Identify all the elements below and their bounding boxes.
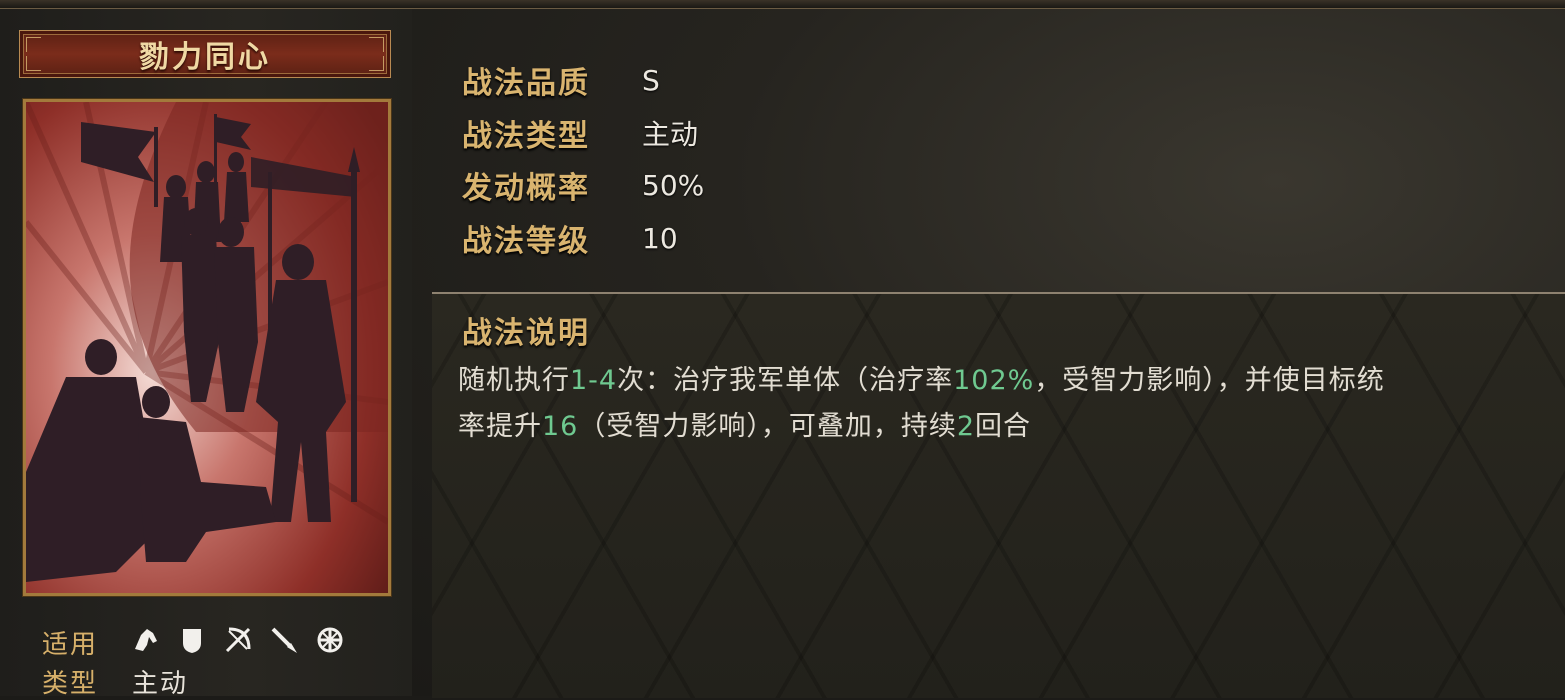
attribute-label: 战法等级	[462, 224, 590, 259]
description-text: 率提升	[458, 411, 542, 442]
shield-icon	[176, 624, 208, 656]
description-text: 次：治疗我军单体（治疗率	[617, 365, 954, 396]
skill-name: 勠力同心	[139, 40, 271, 75]
description-highlight: 16	[542, 411, 579, 442]
attribute-label: 发动概率	[462, 171, 590, 206]
description-highlight: 1-4	[570, 365, 618, 396]
skill-title-banner: 勠力同心	[19, 30, 391, 78]
description-panel	[432, 292, 1565, 698]
description-line-2: 率提升16（受智力影响），可叠加，持续2回合	[458, 404, 1031, 443]
description-line-1: 随机执行1-4次：治疗我军单体（治疗率102%，受智力影响），并使目标统	[458, 358, 1385, 397]
description-text: （受智力影响），可叠加，持续	[578, 411, 957, 442]
archer-icon	[222, 624, 254, 656]
attribute-label: 战法类型	[462, 119, 590, 154]
skill-card-artwork	[23, 99, 391, 596]
cavalry-icon	[130, 624, 162, 656]
banner-corner-ornament	[369, 37, 384, 52]
description-title: 战法说明	[462, 316, 590, 351]
type-label: 类型	[42, 669, 99, 699]
description-text: ，受智力影响），并使目标统	[1034, 365, 1385, 396]
applicable-troop-icons	[130, 624, 346, 656]
soldiers-illustration	[26, 102, 388, 593]
attribute-row-probability: 发动概率 50%	[462, 165, 705, 207]
description-text: 随机执行	[458, 365, 570, 396]
attribute-value: S	[642, 63, 660, 97]
attribute-row-level: 战法等级 10	[462, 218, 678, 260]
attribute-row-quality: 战法品质 S	[462, 60, 660, 102]
siege-wheel-icon	[314, 624, 346, 656]
banner-corner-ornament	[26, 56, 41, 71]
top-frame-border	[0, 0, 1565, 9]
attribute-row-type: 战法类型 主动	[462, 113, 699, 154]
type-value: 主动	[132, 669, 189, 699]
description-text: 回合	[975, 411, 1032, 442]
attribute-label: 战法品质	[462, 66, 590, 101]
attribute-value: 10	[642, 221, 678, 255]
spear-icon	[268, 624, 300, 656]
attribute-value: 主动	[642, 118, 699, 151]
banner-corner-ornament	[26, 37, 41, 52]
applicable-label: 适用	[42, 630, 99, 660]
banner-corner-ornament	[369, 56, 384, 71]
description-highlight: 2	[956, 411, 976, 442]
description-highlight: 102%	[953, 365, 1035, 396]
attribute-value: 50%	[642, 168, 705, 202]
